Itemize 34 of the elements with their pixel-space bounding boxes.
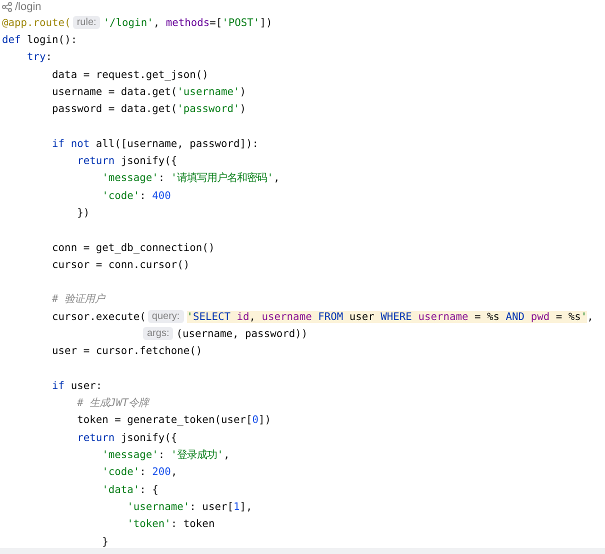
- code-text: username = data.get('username'): [51, 86, 246, 98]
- share-nodes-icon: [2, 2, 12, 12]
- code-text: (username, password)): [176, 328, 308, 340]
- inlay-hint: query:: [148, 310, 184, 324]
- code-text: token = generate_token(user[0]): [76, 414, 272, 426]
- code-text: }): [76, 206, 90, 219]
- breadcrumb-path[interactable]: /login: [15, 1, 42, 13]
- code-text: 'data': {: [101, 484, 158, 496]
- code-text: return jsonify({: [76, 432, 178, 444]
- code-text: return jsonify({: [76, 155, 178, 168]
- code-text: 'token': token: [126, 518, 215, 530]
- code-text: 'username': user[1],: [126, 500, 252, 513]
- inlay-hint: args:: [143, 327, 174, 340]
- code-text: def login():: [2, 34, 78, 46]
- inlay-hint: rule:: [72, 16, 100, 30]
- code-text: user = cursor.fetchone(): [51, 345, 202, 358]
- code-text: 'SELECT id, username FROM user WHERE username = %s AND pwd = %s',: [186, 310, 594, 323]
- code-text: 'message': '请填写用户名和密码',: [101, 171, 280, 186]
- code-text: }: [101, 536, 108, 548]
- code-text: 'code': 200,: [101, 466, 178, 478]
- code-text: data = request.get_json(): [51, 68, 208, 81]
- code-text: try:: [26, 51, 52, 64]
- code-text: @app.route(: [2, 16, 71, 29]
- code-text: password = data.get('password'): [51, 103, 246, 116]
- code-text: 'code': 400: [101, 190, 171, 202]
- code-text: if not all([username, password]):: [51, 138, 258, 150]
- code-text: '/login', methods=['POST']): [103, 16, 272, 29]
- code-text: cursor = conn.cursor(): [51, 258, 190, 271]
- code-text: conn = get_db_connection(): [51, 242, 215, 254]
- code-text: if user:: [51, 380, 102, 392]
- code-text: # 验证用户: [51, 292, 105, 306]
- code-text: # 生成JWT令牌: [76, 396, 148, 410]
- code-text: cursor.execute(: [51, 310, 146, 323]
- code-text: 'message': '登录成功',: [101, 448, 230, 462]
